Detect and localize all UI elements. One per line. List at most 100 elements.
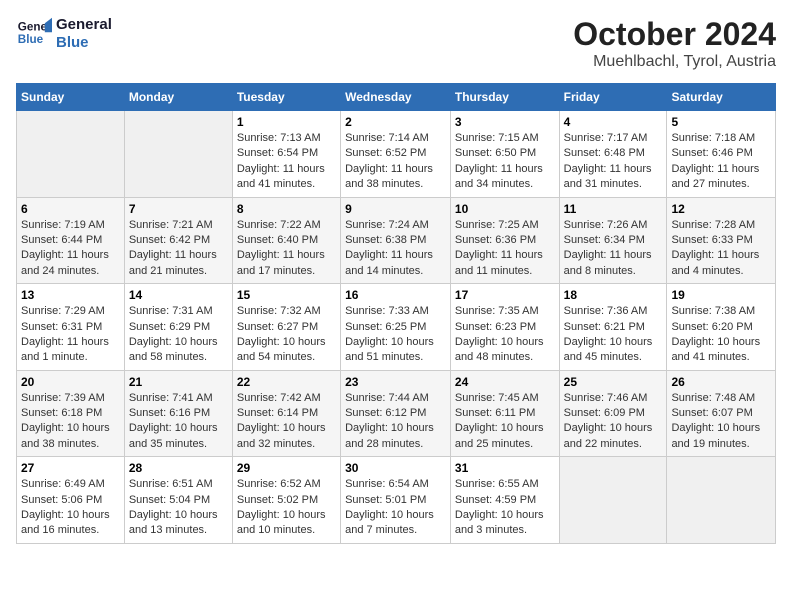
sunrise-text: Sunrise: 7:45 AM	[455, 391, 555, 406]
daylight-text: Daylight: 11 hours and 21 minutes.	[129, 248, 228, 279]
sunrise-text: Sunrise: 6:49 AM	[21, 477, 120, 492]
sunset-text: Sunset: 6:12 PM	[345, 406, 446, 421]
daylight-text: Daylight: 11 hours and 8 minutes.	[564, 248, 663, 279]
day-number: 28	[129, 461, 228, 475]
logo-line1: General	[56, 16, 112, 34]
day-number: 27	[21, 461, 120, 475]
calendar-week-row: 6 Sunrise: 7:19 AM Sunset: 6:44 PM Dayli…	[17, 197, 776, 284]
daylight-text: Daylight: 11 hours and 41 minutes.	[237, 162, 336, 193]
daylight-text: Daylight: 10 hours and 41 minutes.	[671, 335, 771, 366]
sunrise-text: Sunrise: 7:25 AM	[455, 218, 555, 233]
cell-content: Sunrise: 7:13 AM Sunset: 6:54 PM Dayligh…	[237, 131, 336, 193]
cell-content: Sunrise: 7:21 AM Sunset: 6:42 PM Dayligh…	[129, 218, 228, 280]
sunset-text: Sunset: 6:48 PM	[564, 146, 663, 161]
sunrise-text: Sunrise: 7:18 AM	[671, 131, 771, 146]
logo: General Blue General Blue	[16, 16, 112, 52]
title-block: October 2024 Muehlbachl, Tyrol, Austria	[573, 16, 776, 71]
sunset-text: Sunset: 6:31 PM	[21, 320, 120, 335]
sunrise-text: Sunrise: 7:21 AM	[129, 218, 228, 233]
cell-content: Sunrise: 6:49 AM Sunset: 5:06 PM Dayligh…	[21, 477, 120, 539]
day-number: 10	[455, 202, 555, 216]
sunrise-text: Sunrise: 6:54 AM	[345, 477, 446, 492]
sunrise-text: Sunrise: 6:52 AM	[237, 477, 336, 492]
header-sunday: Sunday	[17, 84, 125, 111]
sunset-text: Sunset: 6:27 PM	[237, 320, 336, 335]
cell-content: Sunrise: 6:51 AM Sunset: 5:04 PM Dayligh…	[129, 477, 228, 539]
page-header: General Blue General Blue October 2024 M…	[16, 16, 776, 71]
day-number: 13	[21, 288, 120, 302]
sunset-text: Sunset: 6:23 PM	[455, 320, 555, 335]
sunset-text: Sunset: 4:59 PM	[455, 493, 555, 508]
calendar-cell: 25 Sunrise: 7:46 AM Sunset: 6:09 PM Dayl…	[559, 370, 667, 457]
day-number: 31	[455, 461, 555, 475]
cell-content: Sunrise: 7:36 AM Sunset: 6:21 PM Dayligh…	[564, 304, 663, 366]
sunrise-text: Sunrise: 7:17 AM	[564, 131, 663, 146]
daylight-text: Daylight: 11 hours and 31 minutes.	[564, 162, 663, 193]
daylight-text: Daylight: 10 hours and 3 minutes.	[455, 508, 555, 539]
cell-content: Sunrise: 7:26 AM Sunset: 6:34 PM Dayligh…	[564, 218, 663, 280]
day-number: 8	[237, 202, 336, 216]
cell-content: Sunrise: 7:17 AM Sunset: 6:48 PM Dayligh…	[564, 131, 663, 193]
sunrise-text: Sunrise: 7:32 AM	[237, 304, 336, 319]
day-number: 30	[345, 461, 446, 475]
sunset-text: Sunset: 6:16 PM	[129, 406, 228, 421]
day-number: 3	[455, 115, 555, 129]
sunset-text: Sunset: 6:50 PM	[455, 146, 555, 161]
day-number: 16	[345, 288, 446, 302]
sunrise-text: Sunrise: 6:55 AM	[455, 477, 555, 492]
calendar-week-row: 13 Sunrise: 7:29 AM Sunset: 6:31 PM Dayl…	[17, 284, 776, 371]
cell-content: Sunrise: 7:39 AM Sunset: 6:18 PM Dayligh…	[21, 391, 120, 453]
sunrise-text: Sunrise: 7:44 AM	[345, 391, 446, 406]
daylight-text: Daylight: 10 hours and 32 minutes.	[237, 421, 336, 452]
day-number: 4	[564, 115, 663, 129]
day-number: 2	[345, 115, 446, 129]
calendar-cell: 28 Sunrise: 6:51 AM Sunset: 5:04 PM Dayl…	[124, 457, 232, 544]
calendar-cell: 31 Sunrise: 6:55 AM Sunset: 4:59 PM Dayl…	[450, 457, 559, 544]
cell-content: Sunrise: 7:31 AM Sunset: 6:29 PM Dayligh…	[129, 304, 228, 366]
daylight-text: Daylight: 10 hours and 22 minutes.	[564, 421, 663, 452]
day-number: 29	[237, 461, 336, 475]
daylight-text: Daylight: 10 hours and 35 minutes.	[129, 421, 228, 452]
daylight-text: Daylight: 11 hours and 38 minutes.	[345, 162, 446, 193]
sunset-text: Sunset: 6:33 PM	[671, 233, 771, 248]
day-number: 19	[671, 288, 771, 302]
header-monday: Monday	[124, 84, 232, 111]
sunrise-text: Sunrise: 6:51 AM	[129, 477, 228, 492]
calendar-week-row: 27 Sunrise: 6:49 AM Sunset: 5:06 PM Dayl…	[17, 457, 776, 544]
calendar-cell: 11 Sunrise: 7:26 AM Sunset: 6:34 PM Dayl…	[559, 197, 667, 284]
daylight-text: Daylight: 10 hours and 45 minutes.	[564, 335, 663, 366]
sunset-text: Sunset: 5:02 PM	[237, 493, 336, 508]
sunset-text: Sunset: 6:36 PM	[455, 233, 555, 248]
sunset-text: Sunset: 6:42 PM	[129, 233, 228, 248]
calendar-cell: 6 Sunrise: 7:19 AM Sunset: 6:44 PM Dayli…	[17, 197, 125, 284]
calendar-cell: 26 Sunrise: 7:48 AM Sunset: 6:07 PM Dayl…	[667, 370, 776, 457]
cell-content: Sunrise: 7:18 AM Sunset: 6:46 PM Dayligh…	[671, 131, 771, 193]
cell-content: Sunrise: 7:45 AM Sunset: 6:11 PM Dayligh…	[455, 391, 555, 453]
sunset-text: Sunset: 5:01 PM	[345, 493, 446, 508]
calendar-cell: 8 Sunrise: 7:22 AM Sunset: 6:40 PM Dayli…	[232, 197, 340, 284]
sunset-text: Sunset: 6:11 PM	[455, 406, 555, 421]
day-number: 9	[345, 202, 446, 216]
cell-content: Sunrise: 7:14 AM Sunset: 6:52 PM Dayligh…	[345, 131, 446, 193]
calendar-cell: 13 Sunrise: 7:29 AM Sunset: 6:31 PM Dayl…	[17, 284, 125, 371]
cell-content: Sunrise: 7:46 AM Sunset: 6:09 PM Dayligh…	[564, 391, 663, 453]
sunrise-text: Sunrise: 7:19 AM	[21, 218, 120, 233]
day-number: 1	[237, 115, 336, 129]
calendar-subtitle: Muehlbachl, Tyrol, Austria	[573, 53, 776, 71]
day-number: 5	[671, 115, 771, 129]
sunset-text: Sunset: 6:18 PM	[21, 406, 120, 421]
sunset-text: Sunset: 6:25 PM	[345, 320, 446, 335]
sunrise-text: Sunrise: 7:35 AM	[455, 304, 555, 319]
calendar-cell	[17, 111, 125, 198]
calendar-cell: 5 Sunrise: 7:18 AM Sunset: 6:46 PM Dayli…	[667, 111, 776, 198]
calendar-cell: 21 Sunrise: 7:41 AM Sunset: 6:16 PM Dayl…	[124, 370, 232, 457]
calendar-cell	[667, 457, 776, 544]
calendar-cell: 22 Sunrise: 7:42 AM Sunset: 6:14 PM Dayl…	[232, 370, 340, 457]
header-wednesday: Wednesday	[341, 84, 451, 111]
calendar-cell: 17 Sunrise: 7:35 AM Sunset: 6:23 PM Dayl…	[450, 284, 559, 371]
cell-content: Sunrise: 7:19 AM Sunset: 6:44 PM Dayligh…	[21, 218, 120, 280]
cell-content: Sunrise: 6:52 AM Sunset: 5:02 PM Dayligh…	[237, 477, 336, 539]
sunset-text: Sunset: 6:34 PM	[564, 233, 663, 248]
day-number: 15	[237, 288, 336, 302]
cell-content: Sunrise: 7:44 AM Sunset: 6:12 PM Dayligh…	[345, 391, 446, 453]
